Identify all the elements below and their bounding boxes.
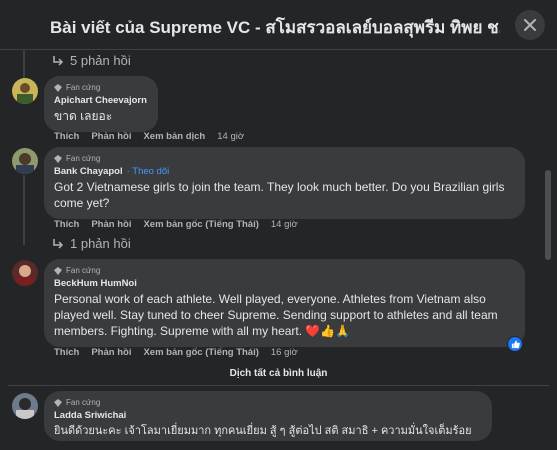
comment-author[interactable]: Ladda Sriwichai [54, 410, 482, 421]
author-name[interactable]: Ladda Sriwichai [54, 410, 126, 421]
badge-label: Fan cứng [66, 154, 101, 163]
avatar[interactable] [12, 148, 38, 174]
reply-arrow-icon [53, 55, 64, 66]
diamond-icon [54, 398, 62, 407]
diamond-icon [54, 266, 62, 275]
comment-actions: Thích Phản hồi Xem bản gốc (Tiếng Thái) … [54, 347, 298, 358]
follow-link[interactable]: · Theo dõi [127, 166, 170, 177]
view-replies-link[interactable]: 5 phản hồi [52, 53, 131, 68]
badge-label: Fan cứng [66, 266, 101, 275]
view-replies-label: 1 phản hồi [70, 236, 131, 251]
comment-bubble: Fan cứng Apichart Cheevajorn ขาด เลยอะ [44, 76, 158, 132]
fan-badge: Fan cứng [54, 154, 515, 163]
fan-badge: Fan cứng [54, 398, 482, 407]
dialog-title: Bài viết của Supreme VC - สโมสรวอลเลย์บอ… [50, 18, 500, 37]
thumbs-up-icon [511, 339, 520, 348]
thread-line [23, 175, 25, 245]
like-button[interactable]: Thích [54, 347, 79, 358]
translate-link[interactable]: Xem bản gốc (Tiếng Thái) [143, 347, 258, 358]
badge-label: Fan cứng [66, 398, 101, 407]
translate-all-link[interactable]: Dịch tất cả bình luận [0, 368, 557, 379]
comment-text: Personal work of each athlete. Well play… [54, 292, 498, 338]
comment-actions: Thích Phản hồi Xem bản dịch 14 giờ [54, 131, 244, 142]
author-name[interactable]: Apichart Cheevajorn [54, 95, 147, 106]
scrollbar[interactable] [545, 170, 551, 260]
timestamp[interactable]: 14 giờ [271, 219, 298, 230]
comment-bubble: Fan cứng Ladda Sriwichai ยินดีด้วยนะคะ เ… [44, 391, 492, 441]
avatar[interactable] [12, 78, 38, 104]
comment-actions: Thích Phản hồi Xem bản gốc (Tiếng Thái) … [54, 219, 298, 230]
comment-author[interactable]: Apichart Cheevajorn [54, 95, 148, 106]
close-icon [524, 19, 536, 31]
translate-link[interactable]: Xem bản gốc (Tiếng Thái) [143, 219, 258, 230]
timestamp[interactable]: 14 giờ [217, 131, 244, 142]
dialog-header: Bài viết của Supreme VC - สโมสรวอลเลย์บอ… [0, 0, 557, 50]
fan-badge: Fan cứng [54, 266, 515, 275]
badge-label: Fan cứng [66, 83, 101, 92]
avatar[interactable] [12, 260, 38, 286]
diamond-icon [54, 83, 62, 92]
comment-text: ขาด เลยอะ [54, 109, 113, 123]
view-replies-label: 5 phản hồi [70, 53, 131, 68]
comment-author: Bank Chayapol · Theo dõi [54, 166, 515, 177]
close-button[interactable] [515, 10, 545, 40]
like-button[interactable]: Thích [54, 219, 79, 230]
view-replies-link[interactable]: 1 phản hồi [52, 236, 131, 251]
timestamp[interactable]: 16 giờ [271, 347, 298, 358]
comment-author[interactable]: BeckHum HumNoi [54, 278, 515, 289]
reply-button[interactable]: Phản hồi [91, 131, 131, 142]
comments-scroll-area[interactable]: 5 phản hồi Fan cứng Apichart Cheevajorn … [0, 50, 557, 450]
author-name[interactable]: BeckHum HumNoi [54, 278, 137, 289]
diamond-icon [54, 154, 62, 163]
comment-text: ยินดีด้วยนะคะ เจ้าโลมาเยี่ยมมาก ทุกคนเยี… [54, 425, 472, 437]
reply-button[interactable]: Phản hồi [91, 347, 131, 358]
like-button[interactable]: Thích [54, 131, 79, 142]
like-reaction-badge[interactable] [507, 336, 523, 352]
comment-bubble: Fan cứng Bank Chayapol · Theo dõi Got 2 … [44, 147, 525, 219]
divider [8, 385, 549, 386]
comment-text: Got 2 Vietnamese girls to join the team.… [54, 180, 505, 210]
avatar[interactable] [12, 393, 38, 419]
reply-arrow-icon [53, 238, 64, 249]
comment-bubble: Fan cứng BeckHum HumNoi Personal work of… [44, 259, 525, 347]
reply-button[interactable]: Phản hồi [91, 219, 131, 230]
translate-link[interactable]: Xem bản dịch [143, 131, 205, 142]
fan-badge: Fan cứng [54, 83, 148, 92]
thread-line [23, 50, 25, 80]
author-name[interactable]: Bank Chayapol [54, 166, 123, 177]
